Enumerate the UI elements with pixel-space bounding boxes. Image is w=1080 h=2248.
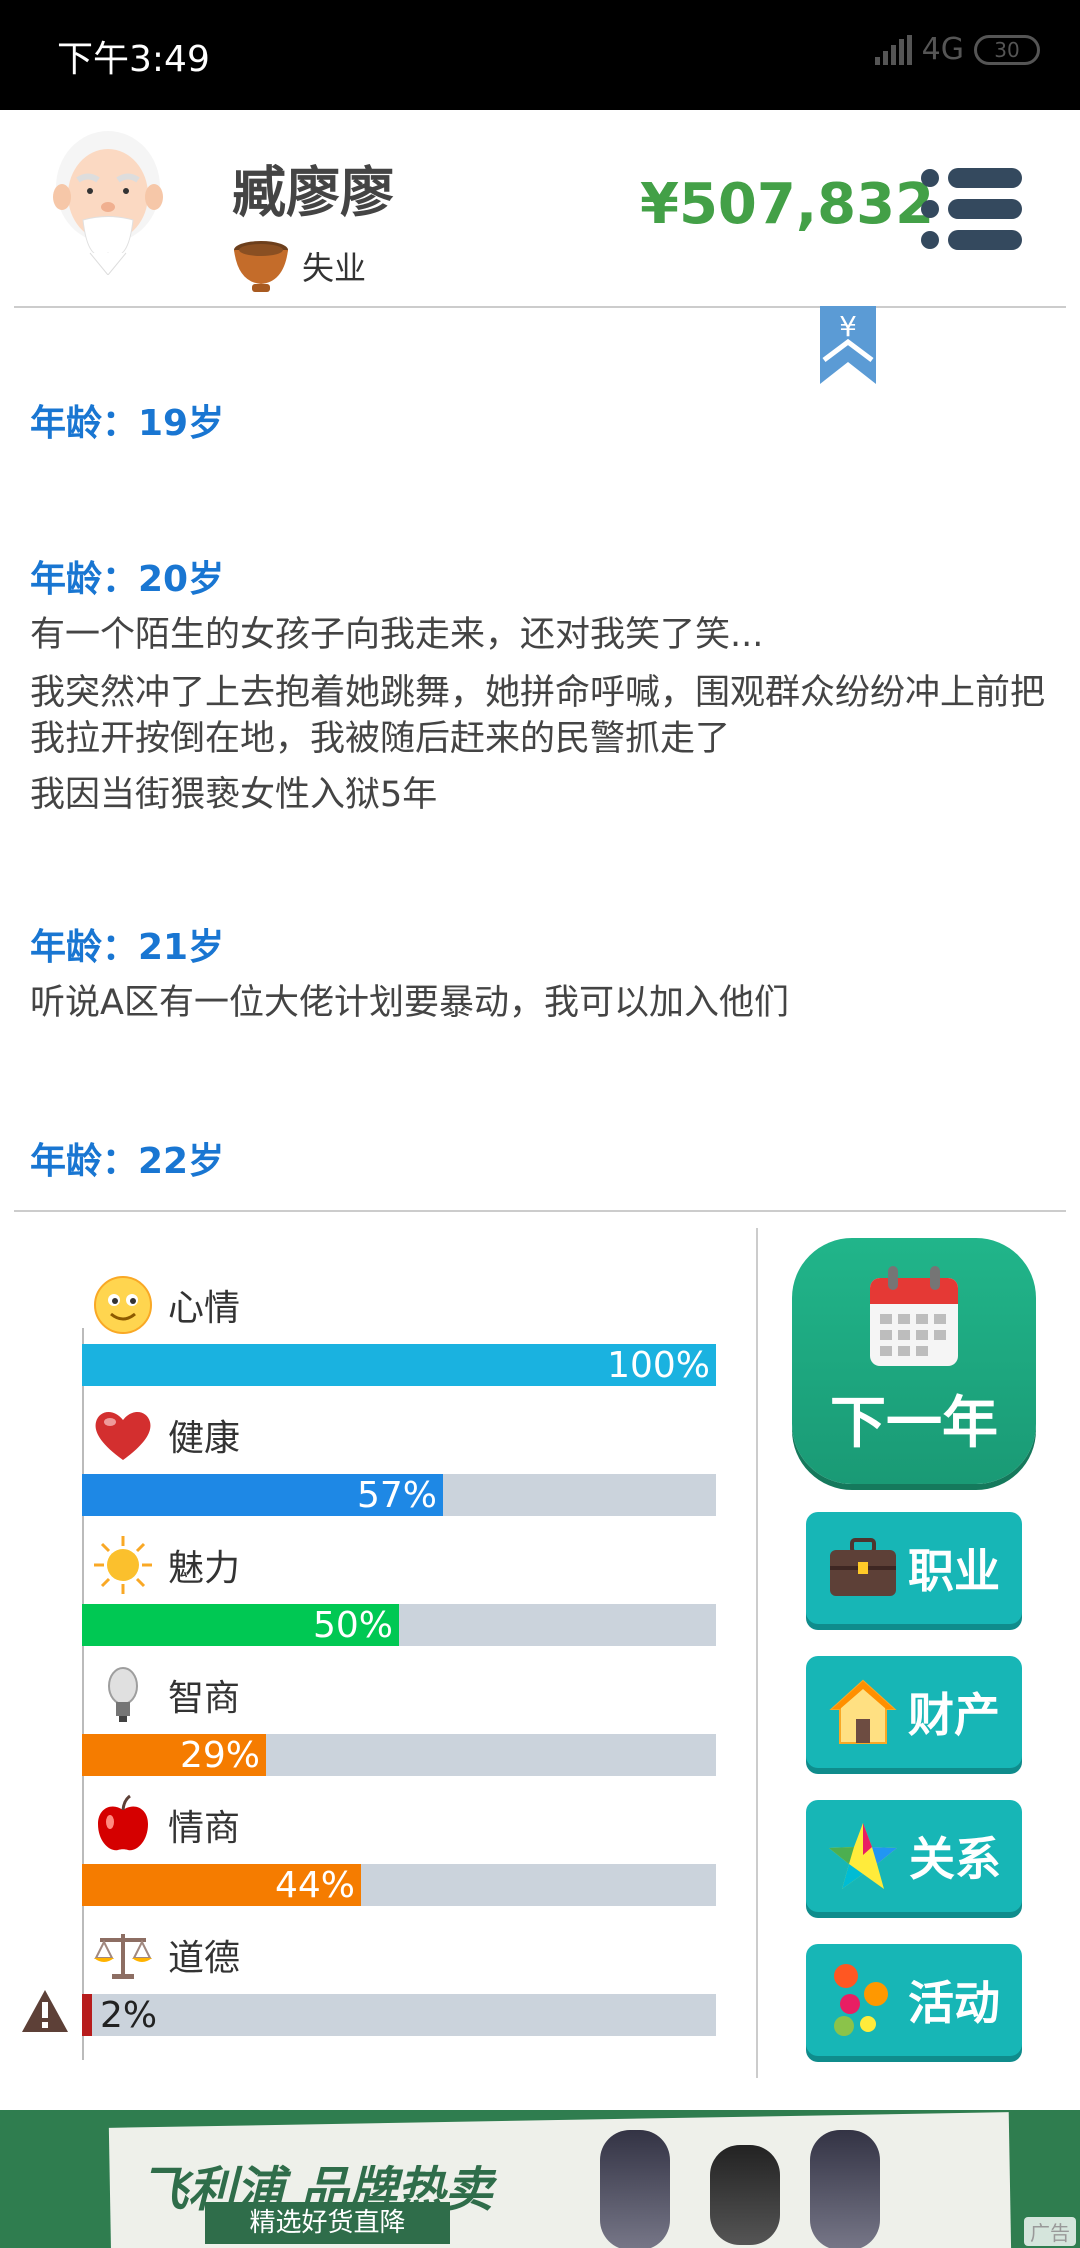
property-label: 财产 bbox=[908, 1688, 1000, 1742]
player-name: 臧廖廖 bbox=[232, 161, 394, 224]
network-type: 4G bbox=[921, 32, 964, 67]
stat-bar-fill bbox=[82, 1994, 92, 2036]
event-text: 听说A区有一位大佬计划要暴动，我可以加入他们 bbox=[30, 983, 789, 1023]
log-divider bbox=[14, 1210, 1066, 1212]
bowl-icon bbox=[234, 241, 288, 292]
stat-bar-track: 2% bbox=[82, 1994, 716, 2036]
stat-bar-track: 57% bbox=[82, 1474, 716, 1516]
log-entry: 年龄：22岁 bbox=[30, 1134, 1060, 1190]
stat-label: 情商 bbox=[168, 1808, 241, 1849]
ad-subtitle: 精选好货直降 bbox=[205, 2202, 450, 2244]
stat-label: 道德 bbox=[168, 1938, 241, 1979]
status-time: 下午3:49 bbox=[57, 39, 210, 80]
battery-level: 30 bbox=[994, 37, 1020, 62]
event-text: 我突然冲了上去抱着她跳舞，她拼命呼喊，围观群众纷纷冲上前把我拉开按倒在地，我被随… bbox=[30, 673, 1046, 759]
stat-value: 44% bbox=[274, 1865, 355, 1906]
ad-tag[interactable]: 广告 bbox=[1024, 2217, 1076, 2246]
stat-value: 50% bbox=[312, 1605, 393, 1646]
smiley-icon bbox=[94, 1276, 152, 1334]
stat-bar-track: 100% bbox=[82, 1344, 716, 1386]
stat-iq: 智商 29% bbox=[82, 1664, 716, 1794]
stat-value: 2% bbox=[100, 1995, 158, 2036]
stat-morality: 道德 2% bbox=[82, 1924, 716, 2054]
career-label: 职业 bbox=[908, 1544, 1000, 1598]
activities-button[interactable]: 活动 bbox=[806, 1944, 1022, 2056]
money-balance: ¥507,832 bbox=[640, 172, 935, 237]
property-button[interactable]: 财产 bbox=[806, 1656, 1022, 1768]
star-icon bbox=[829, 1823, 897, 1889]
heart-icon bbox=[95, 1411, 151, 1460]
stat-bar-track: 50% bbox=[82, 1604, 716, 1646]
menu-icon[interactable] bbox=[920, 166, 1024, 252]
calendar-icon bbox=[870, 1265, 958, 1366]
stat-label: 心情 bbox=[168, 1288, 241, 1329]
age-heading: 年龄：21岁 bbox=[30, 927, 225, 968]
battery-icon: 30 bbox=[974, 34, 1040, 65]
stat-label: 健康 bbox=[168, 1418, 241, 1459]
stat-health: 健康 57% bbox=[82, 1404, 716, 1534]
lightbulb-icon bbox=[108, 1667, 138, 1722]
next-year-button[interactable]: 下一年 bbox=[792, 1238, 1036, 1484]
stat-bar-track: 29% bbox=[82, 1734, 716, 1776]
stat-eq: 情商 44% bbox=[82, 1794, 716, 1924]
sun-icon bbox=[94, 1536, 152, 1594]
age-heading: 年龄：19岁 bbox=[30, 403, 225, 444]
scales-icon bbox=[94, 1934, 152, 1979]
stats-panel: 心情 100% 健康 57% 魅力 50% 智商 29% 情商 44% 道德 2… bbox=[0, 1228, 760, 2078]
status-bar: 下午3:49 4G 30 bbox=[0, 0, 1080, 110]
age-heading: 年龄：20岁 bbox=[30, 559, 225, 600]
ad-banner[interactable]: 飞利浦 品牌热卖 精选好货直降 广告 bbox=[0, 2110, 1080, 2248]
stat-mood: 心情 100% bbox=[82, 1274, 716, 1404]
job-status[interactable]: 失业 bbox=[232, 238, 366, 294]
shaver-image bbox=[810, 2130, 880, 2248]
life-log: 年龄：19岁 年龄：20岁 有一个陌生的女孩子向我走来，还对我笑了笑... 我突… bbox=[0, 310, 1080, 1210]
header-divider bbox=[14, 306, 1066, 308]
house-icon bbox=[829, 1679, 897, 1744]
apple-icon bbox=[98, 1794, 148, 1851]
shaver-image bbox=[600, 2130, 670, 2248]
stat-value: 29% bbox=[179, 1735, 260, 1776]
activity-dots-icon bbox=[834, 1964, 888, 2036]
job-label: 失业 bbox=[302, 249, 367, 287]
log-entry: 年龄：21岁 听说A区有一位大佬计划要暴动，我可以加入他们 bbox=[30, 920, 1060, 1026]
activities-label: 活动 bbox=[908, 1976, 1000, 2030]
stat-label: 智商 bbox=[168, 1678, 241, 1719]
relations-button[interactable]: 关系 bbox=[806, 1800, 1022, 1912]
old-man-avatar[interactable] bbox=[48, 125, 168, 275]
relations-label: 关系 bbox=[909, 1832, 1001, 1886]
career-button[interactable]: 职业 bbox=[806, 1512, 1022, 1624]
panel-separator bbox=[756, 1228, 758, 2078]
player-header: 臧廖廖 失业 ¥507,832 bbox=[0, 110, 1080, 308]
event-text: 我因当街猥亵女性入狱5年 bbox=[30, 775, 438, 815]
status-indicators: 4G 30 bbox=[874, 32, 1040, 67]
next-year-label: 下一年 bbox=[830, 1390, 998, 1456]
signal-icon bbox=[874, 34, 912, 65]
stat-label: 魅力 bbox=[168, 1548, 241, 1589]
log-entry: 年龄：19岁 bbox=[30, 396, 1060, 452]
briefcase-icon bbox=[830, 1538, 896, 1596]
stat-value: 57% bbox=[356, 1475, 437, 1516]
stat-bar-track: 44% bbox=[82, 1864, 716, 1906]
age-heading: 年龄：22岁 bbox=[30, 1141, 225, 1182]
warning-icon bbox=[22, 1990, 68, 2032]
shaver-image bbox=[710, 2145, 780, 2245]
log-entry: 年龄：20岁 有一个陌生的女孩子向我走来，还对我笑了笑... 我突然冲了上去抱着… bbox=[30, 552, 1060, 818]
stat-value: 100% bbox=[607, 1345, 710, 1386]
event-text: 有一个陌生的女孩子向我走来，还对我笑了笑... bbox=[30, 615, 764, 655]
stat-charm: 魅力 50% bbox=[82, 1534, 716, 1664]
